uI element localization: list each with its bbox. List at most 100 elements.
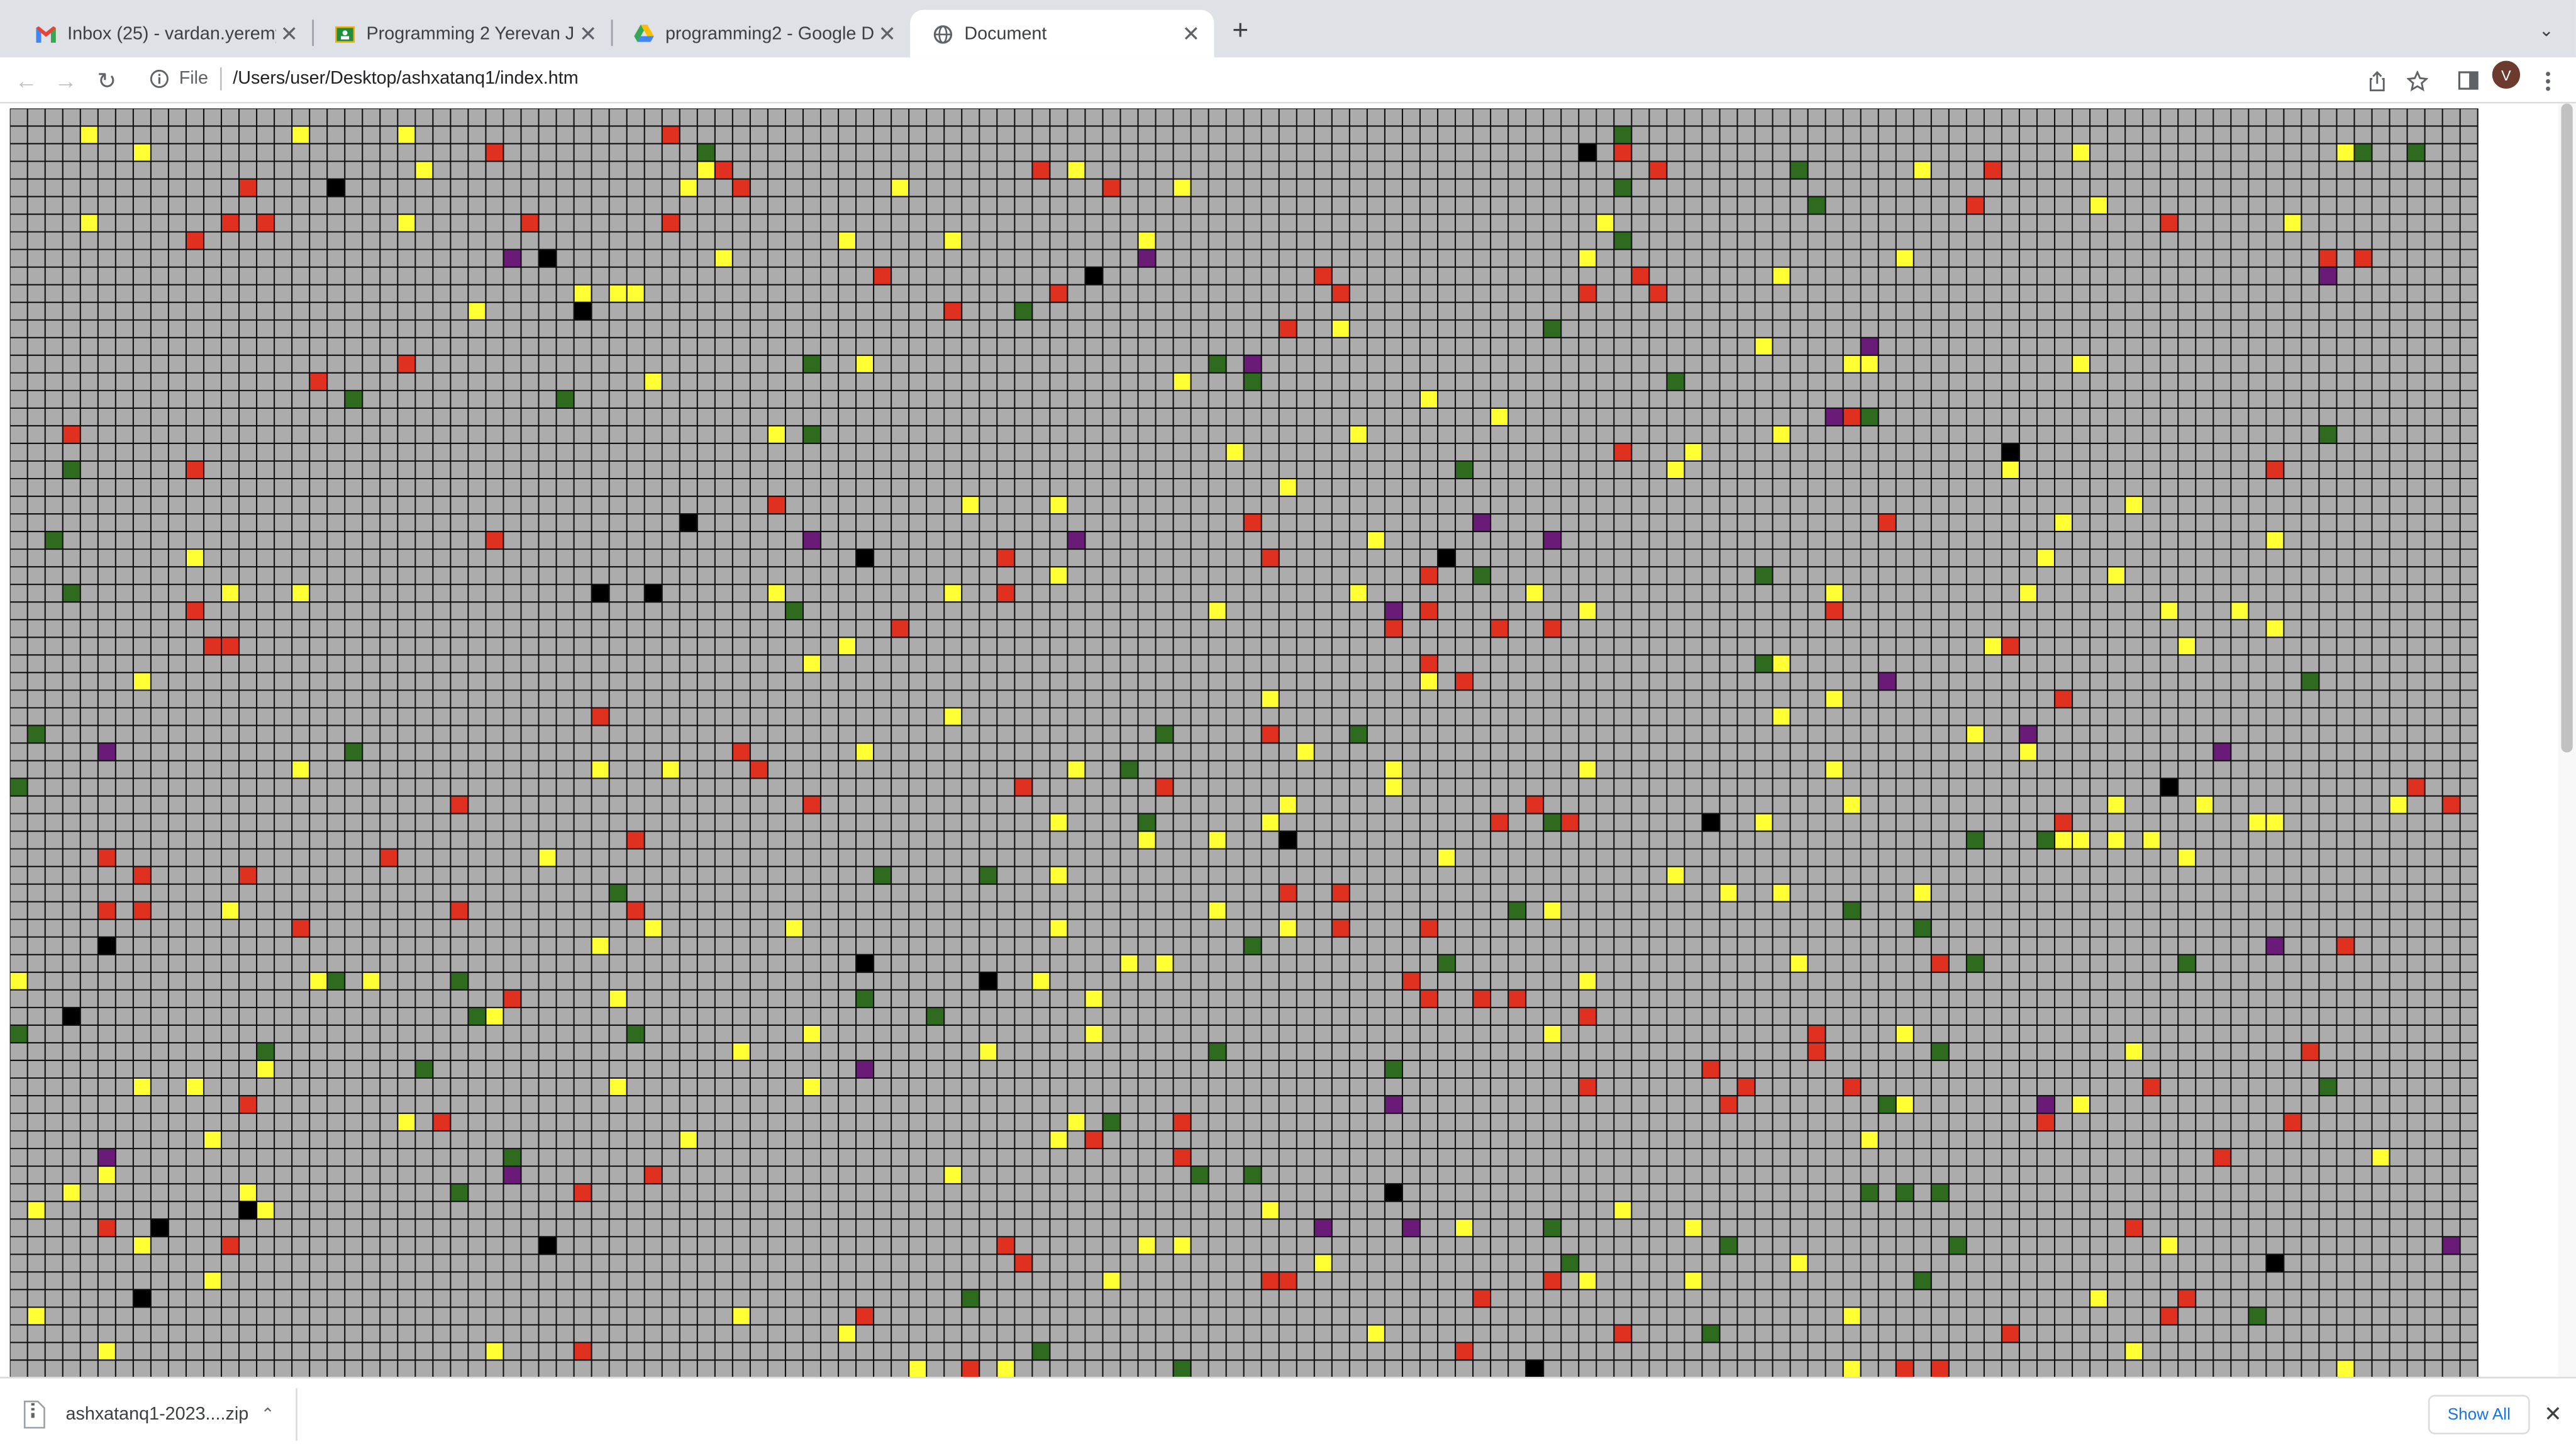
- bookmark-star-icon[interactable]: [2400, 64, 2433, 97]
- grass-cell: [1191, 1166, 1209, 1184]
- grass-cell: [1243, 937, 1262, 955]
- predator-cell: [397, 355, 416, 373]
- hunter-cell: [97, 1148, 116, 1167]
- predator-cell: [239, 866, 257, 884]
- grass-eater-cell: [909, 1360, 927, 1377]
- grass-eater-cell: [1120, 954, 1138, 972]
- chevron-up-icon[interactable]: ⌃: [257, 1403, 280, 1426]
- side-panel-icon[interactable]: [2451, 64, 2484, 97]
- grass-eater-cell: [2072, 355, 2090, 373]
- url-text[interactable]: /Users/user/Desktop/ashxatanq1/index.htm: [233, 69, 578, 89]
- tab-drive[interactable]: programming2 - Google Drive ✕: [611, 10, 910, 58]
- predator-cell: [1384, 620, 1402, 638]
- back-icon[interactable]: ←: [10, 64, 43, 97]
- grass-eater-cell: [1614, 1201, 1632, 1220]
- scrollbar-thumb[interactable]: [2561, 103, 2573, 753]
- predator-cell: [1173, 1148, 1191, 1167]
- grass-eater-cell: [944, 231, 962, 250]
- predator-cell: [1579, 1077, 1597, 1096]
- predator-cell: [874, 267, 892, 285]
- predator-cell: [2319, 249, 2337, 267]
- dead-cell: [2160, 778, 2179, 796]
- tab-gmail[interactable]: Inbox (25) - vardan.yeremyan@ ✕: [13, 10, 312, 58]
- show-all-button[interactable]: Show All: [2428, 1394, 2530, 1435]
- grass-eater-cell: [1667, 866, 1685, 884]
- grass-cell: [345, 390, 363, 408]
- vertical-scrollbar[interactable]: [2558, 103, 2576, 1377]
- predator-cell: [1631, 267, 1650, 285]
- grass-eater-cell: [591, 760, 609, 779]
- download-item[interactable]: ashxatanq1-2023....zip ⌃: [13, 1388, 297, 1441]
- predator-cell: [1543, 620, 1562, 638]
- dead-cell: [679, 514, 697, 532]
- grass-cell: [1455, 460, 1474, 479]
- close-icon[interactable]: ✕: [2540, 1401, 2566, 1428]
- tab-classroom[interactable]: Programming 2 Yerevan June 2 ✕: [312, 10, 611, 58]
- predator-cell: [750, 760, 768, 779]
- grass-cell: [27, 725, 45, 743]
- grass-cell: [1032, 1342, 1050, 1360]
- grass-eater-cell: [1173, 372, 1191, 391]
- grass-cell: [1948, 1237, 1967, 1255]
- grass-eater-cell: [2143, 831, 2161, 849]
- predator-cell: [1984, 161, 2002, 179]
- grass-eater-cell: [257, 1201, 275, 1220]
- hunter-cell: [2266, 937, 2284, 955]
- predator-cell: [450, 901, 469, 920]
- hunter-cell: [97, 743, 116, 761]
- grass-cell: [1120, 760, 1138, 779]
- tab-title: programming2 - Google Drive: [665, 23, 874, 44]
- hunter-cell: [1543, 531, 1562, 550]
- predator-cell: [626, 901, 645, 920]
- grass-eater-cell: [2072, 1096, 2090, 1114]
- grass-eater-cell: [1913, 161, 1931, 179]
- grass-eater-cell: [27, 1307, 45, 1325]
- grass-eater-cell: [1579, 249, 1597, 267]
- grass-cell: [1243, 372, 1262, 391]
- grass-cell: [2407, 143, 2425, 162]
- grass-eater-cell: [1913, 884, 1931, 902]
- grass-cell: [697, 143, 715, 162]
- grass-cell: [979, 866, 997, 884]
- grass-eater-cell: [609, 1077, 627, 1096]
- share-icon[interactable]: [2361, 64, 2394, 97]
- close-icon[interactable]: ✕: [276, 21, 303, 47]
- tab-document[interactable]: Document ✕: [910, 9, 1214, 58]
- predator-cell: [2301, 1042, 2319, 1060]
- grass-eater-cell: [679, 179, 697, 197]
- profile-avatar[interactable]: V: [2492, 60, 2521, 89]
- grass-eater-cell: [802, 1077, 821, 1096]
- grass-eater-cell: [486, 1342, 504, 1360]
- grass-eater-cell: [609, 284, 627, 303]
- grass-eater-cell: [309, 972, 328, 990]
- predator-cell: [97, 848, 116, 867]
- grass-eater-cell: [415, 161, 433, 179]
- menu-icon[interactable]: [2531, 64, 2564, 97]
- browser-window: Inbox (25) - vardan.yeremyan@ ✕ Programm…: [0, 0, 2576, 1451]
- grass-eater-cell: [1050, 919, 1068, 937]
- reload-icon[interactable]: ↻: [91, 64, 123, 97]
- grass-eater-cell: [133, 1237, 151, 1255]
- forward-icon[interactable]: →: [49, 64, 82, 97]
- address-bar[interactable]: File /Users/user/Desktop/ashxatanq1/inde…: [138, 61, 2392, 97]
- predator-cell: [2336, 937, 2355, 955]
- predator-cell: [221, 1237, 240, 1255]
- close-icon[interactable]: ✕: [1178, 21, 1204, 47]
- grass-cell: [450, 972, 469, 990]
- grass-cell: [45, 531, 63, 550]
- predator-cell: [450, 796, 469, 814]
- predator-cell: [1402, 972, 1420, 990]
- grass-eater-cell: [891, 179, 909, 197]
- hunter-cell: [1243, 355, 1262, 373]
- grass-eater-cell: [1790, 954, 1808, 972]
- new-tab-button[interactable]: +: [1224, 15, 1257, 48]
- grass-cell: [556, 390, 574, 408]
- grass-eater-cell: [1208, 602, 1226, 620]
- close-icon[interactable]: ✕: [575, 21, 601, 47]
- info-icon[interactable]: [148, 67, 171, 91]
- grass-eater-cell: [1772, 884, 1790, 902]
- tab-search-icon[interactable]: ⌄: [2533, 16, 2560, 43]
- predator-cell: [239, 179, 257, 197]
- close-icon[interactable]: ✕: [874, 21, 901, 47]
- grass-eater-cell: [397, 1113, 416, 1131]
